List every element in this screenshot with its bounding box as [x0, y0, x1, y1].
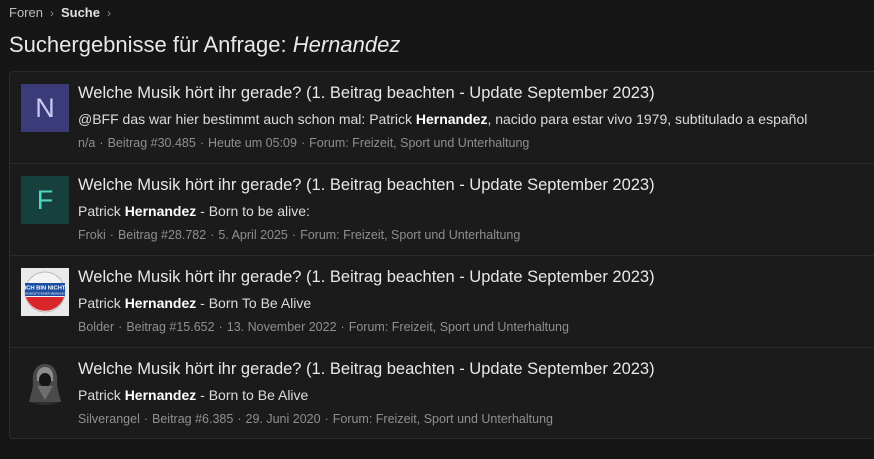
result-post-number: Beitrag #30.485 — [107, 136, 196, 150]
result-snippet: Patrick Hernandez - Born To Be Alive — [78, 295, 312, 311]
flag-badge-icon: ICH BIN NICHT IM BESITZ EINER MEINUNG — [21, 268, 69, 316]
result-title-link[interactable]: Welche Musik hört ihr gerade? (1. Beitra… — [78, 268, 655, 287]
result-title-link[interactable]: Welche Musik hört ihr gerade? (1. Beitra… — [78, 84, 655, 103]
search-result-item: F Welche Musik hört ihr gerade? (1. Beit… — [10, 164, 874, 256]
result-snippet: Patrick Hernandez - Born to be alive: — [78, 203, 310, 219]
avatar[interactable] — [21, 360, 69, 408]
page-title: Suchergebnisse für Anfrage: Hernandez — [9, 32, 400, 58]
result-author-link[interactable]: n/a — [78, 136, 95, 150]
search-results-list: N Welche Musik hört ihr gerade? (1. Beit… — [9, 71, 874, 439]
avatar[interactable]: F — [21, 176, 69, 224]
result-post-number: Beitrag #6.385 — [152, 412, 234, 426]
result-title-link[interactable]: Welche Musik hört ihr gerade? (1. Beitra… — [78, 360, 655, 379]
result-post-number: Beitrag #15.652 — [126, 320, 215, 334]
result-forum-link[interactable]: Forum: Freizeit, Sport und Unterhaltung — [333, 412, 553, 426]
search-highlight: Hernandez — [415, 111, 488, 127]
result-snippet: Patrick Hernandez - Born to Be Alive — [78, 387, 309, 403]
svg-text:IM BESITZ EINER MEINUNG: IM BESITZ EINER MEINUNG — [25, 292, 65, 296]
search-result-item: ICH BIN NICHT IM BESITZ EINER MEINUNG We… — [10, 256, 874, 348]
result-author-link[interactable]: Bolder — [78, 320, 114, 334]
breadcrumb-item-suche[interactable]: Suche — [61, 5, 100, 20]
result-date: 29. Juni 2020 — [245, 412, 321, 426]
result-meta: n/a · Beitrag #30.485 · Heute um 05:09 · Forum… — [78, 136, 530, 150]
result-date: 5. April 2025 — [218, 228, 288, 242]
result-forum-link[interactable]: Forum: Freizeit, Sport und Unterhaltung — [349, 320, 569, 334]
breadcrumb-separator: › — [49, 5, 54, 20]
result-meta: Bolder · Beitrag #15.652 · 13. November 2022… — [78, 320, 569, 334]
avatar[interactable]: ICH BIN NICHT IM BESITZ EINER MEINUNG — [21, 268, 69, 316]
result-date: 13. November 2022 — [226, 320, 337, 334]
result-author-link[interactable]: Froki — [78, 228, 106, 242]
result-snippet: @BFF das war hier bestimmt auch schon ma… — [78, 111, 808, 127]
search-highlight: Hernandez — [124, 295, 197, 311]
result-forum-link[interactable]: Forum: Freizeit, Sport und Unterhaltung — [300, 228, 520, 242]
search-highlight: Hernandez — [124, 203, 197, 219]
avatar[interactable]: N — [21, 84, 69, 132]
result-meta: Silverangel · Beitrag #6.385 · 29. Juni 2020… — [78, 412, 553, 426]
breadcrumb-item-foren[interactable]: Foren — [9, 5, 43, 20]
page-title-prefix: Suchergebnisse für Anfrage: — [9, 32, 293, 57]
search-highlight: Hernandez — [124, 387, 197, 403]
result-author-link[interactable]: Silverangel — [78, 412, 140, 426]
search-result-item: N Welche Musik hört ihr gerade? (1. Beit… — [10, 72, 874, 164]
avatar-letter: N — [35, 92, 55, 123]
breadcrumb: Foren › Suche › — [9, 5, 118, 20]
result-post-number: Beitrag #28.782 — [117, 228, 207, 242]
result-title-link[interactable]: Welche Musik hört ihr gerade? (1. Beitra… — [78, 176, 655, 195]
avatar-letter: F — [36, 184, 54, 215]
breadcrumb-separator: › — [106, 5, 111, 20]
result-forum-link[interactable]: Forum: Freizeit, Sport und Unterhaltung — [309, 136, 529, 150]
result-date: Heute um 05:09 — [208, 136, 297, 150]
search-result-item: Welche Musik hört ihr gerade? (1. Beitra… — [10, 348, 874, 438]
result-meta: Froki · Beitrag #28.782 · 5. April 2025 · Foru… — [78, 228, 521, 242]
search-query: Hernandez — [292, 32, 401, 57]
hooded-figure-icon — [21, 360, 69, 408]
